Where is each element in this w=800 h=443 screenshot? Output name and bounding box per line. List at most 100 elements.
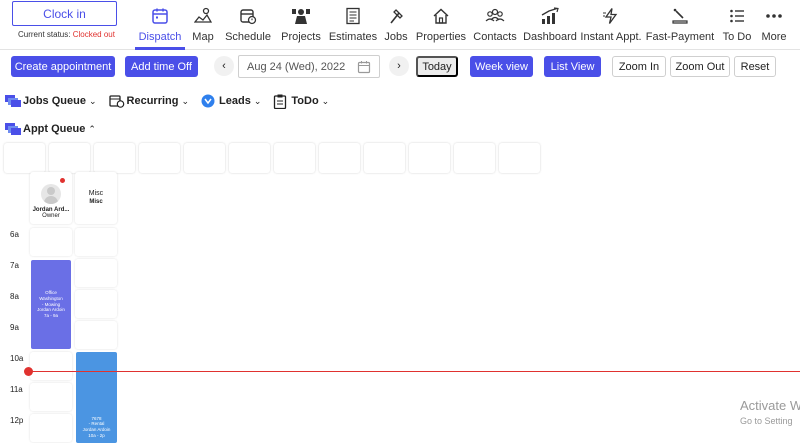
time-slot-cell[interactable] <box>75 321 117 349</box>
todo-label: ToDo <box>291 95 319 107</box>
payment-icon <box>669 5 691 27</box>
more-icon <box>763 5 785 27</box>
current-time-dot <box>24 367 33 376</box>
stack-icon <box>5 94 21 108</box>
estimates-icon <box>342 5 364 27</box>
nav-schedule[interactable]: Schedule <box>221 0 275 50</box>
chevron-right-icon: › <box>397 60 401 72</box>
nav-estimates[interactable]: Estimates <box>327 0 379 50</box>
reset-button[interactable]: Reset <box>734 56 776 77</box>
appt-queue-toggle[interactable]: Appt Queue ⌃ <box>5 122 96 136</box>
hour-label: 11a <box>10 385 23 394</box>
previous-day-button[interactable]: ‹ <box>214 56 234 76</box>
recurring-label: Recurring <box>126 95 179 107</box>
queue-slot[interactable] <box>364 143 405 173</box>
week-view-button[interactable]: Week view <box>470 56 533 77</box>
time-slot-cell[interactable] <box>75 259 117 287</box>
technician-header[interactable]: Jordan Ard... Owner <box>30 172 72 224</box>
clock-in-button[interactable]: Clock in <box>12 1 117 26</box>
chevron-left-icon: ‹ <box>222 60 226 72</box>
appt-line: 7a - 9a <box>43 313 58 319</box>
nav-fast-payment[interactable]: Fast-Payment <box>643 0 717 50</box>
time-slot-cell[interactable] <box>30 352 72 380</box>
queue-slot[interactable] <box>454 143 495 173</box>
queue-slot[interactable] <box>49 143 90 173</box>
hour-label: 12p <box>10 416 24 425</box>
queue-slot[interactable] <box>184 143 225 173</box>
nav-label: Jobs <box>384 31 408 43</box>
jobs-queue-label: Jobs Queue <box>23 95 86 107</box>
time-slot-cell[interactable] <box>30 228 72 256</box>
date-value: Aug 24 (Wed), 2022 <box>247 60 346 73</box>
nav-label: Estimates <box>328 31 378 43</box>
list-icon <box>726 5 748 27</box>
queue-slot[interactable] <box>319 143 360 173</box>
clipboard-icon <box>273 94 289 109</box>
chevron-down-icon: ⌄ <box>88 95 97 106</box>
queue-slot[interactable] <box>274 143 315 173</box>
hour-label: 10a <box>10 354 24 363</box>
queue-slot[interactable] <box>229 143 270 173</box>
todo-toggle[interactable]: ToDo ⌄ <box>273 94 330 109</box>
queue-slot[interactable] <box>139 143 180 173</box>
nav-todo[interactable]: To Do <box>717 0 757 50</box>
time-slot-cell[interactable] <box>75 228 117 256</box>
clock-status-value: Clocked out <box>72 30 115 39</box>
nav-jobs[interactable]: Jobs <box>379 0 413 50</box>
next-day-button[interactable]: › <box>389 56 409 76</box>
queue-slot[interactable] <box>499 143 540 173</box>
queue-slot[interactable] <box>4 143 45 173</box>
appointment-card[interactable]: 7678 - Rental Jordan Ardoin 10a - 2p <box>76 352 117 443</box>
chevron-up-icon: ⌃ <box>88 123 96 134</box>
list-view-button[interactable]: List View <box>544 56 601 77</box>
nav-label: Properties <box>415 31 467 43</box>
technician-header[interactable]: Misc Misc <box>75 172 117 224</box>
queue-slot[interactable] <box>94 143 135 173</box>
nav-instant-appt[interactable]: Instant Appt. <box>579 0 643 50</box>
date-picker-field[interactable]: Aug 24 (Wed), 2022 <box>238 55 380 78</box>
chevron-down-icon: ⌄ <box>181 95 190 106</box>
nav-dispatch[interactable]: Dispatch <box>135 0 185 50</box>
zoom-out-button[interactable]: Zoom Out <box>670 56 730 77</box>
chevron-down-icon: ⌄ <box>321 95 330 106</box>
time-slot-cell[interactable] <box>75 290 117 318</box>
nav-label: Map <box>192 31 214 43</box>
nav-contacts[interactable]: Contacts <box>469 0 521 50</box>
nav-label: To Do <box>722 31 752 43</box>
nav-dashboard[interactable]: Dashboard <box>521 0 579 50</box>
nav-map[interactable]: Map <box>185 0 221 50</box>
create-appointment-button[interactable]: Create appointment <box>11 56 115 77</box>
recurring-calendar-icon <box>108 94 125 108</box>
leads-label: Leads <box>219 95 251 107</box>
avatar <box>41 184 61 204</box>
nav-properties[interactable]: Properties <box>413 0 469 50</box>
today-button[interactable]: Today <box>416 56 458 77</box>
nav-label: Projects <box>281 31 321 43</box>
appointment-card[interactable]: Office Washington - Mowing Jordan Ardoin… <box>31 260 71 349</box>
leads-icon <box>201 94 217 108</box>
clock-status-label: Current status: <box>18 30 71 39</box>
activation-watermark-subtitle: Go to Setting <box>740 416 793 426</box>
time-slot-cell[interactable] <box>30 414 72 442</box>
nav-more[interactable]: More <box>757 0 791 50</box>
nav-label: Contacts <box>473 31 517 43</box>
add-time-off-button[interactable]: Add time Off <box>125 56 198 77</box>
hour-label: 6a <box>10 230 19 239</box>
jobs-queue-toggle[interactable]: Jobs Queue ⌄ <box>5 94 97 108</box>
zoom-in-button[interactable]: Zoom In <box>612 56 666 77</box>
leads-toggle[interactable]: Leads ⌄ <box>201 94 261 108</box>
appt-queue-slots <box>0 143 544 173</box>
calendar-icon[interactable] <box>357 60 371 77</box>
hour-label: 8a <box>10 292 19 301</box>
queue-slot[interactable] <box>409 143 450 173</box>
nav-projects[interactable]: Projects <box>275 0 327 50</box>
recurring-toggle[interactable]: Recurring ⌄ <box>108 94 190 108</box>
queue-filters: Jobs Queue ⌄ Recurring ⌄ Leads ⌄ ToDo ⌄ <box>5 94 341 109</box>
time-slot-cell[interactable] <box>30 383 72 411</box>
nav-label: Dispatch <box>138 31 182 43</box>
appt-line: 10a - 2p <box>88 433 105 439</box>
schedule-icon <box>237 5 259 27</box>
clock-status: Current status: Clocked out <box>18 30 115 39</box>
chart-icon <box>539 5 561 27</box>
nav-label: Dashboard <box>523 31 577 43</box>
